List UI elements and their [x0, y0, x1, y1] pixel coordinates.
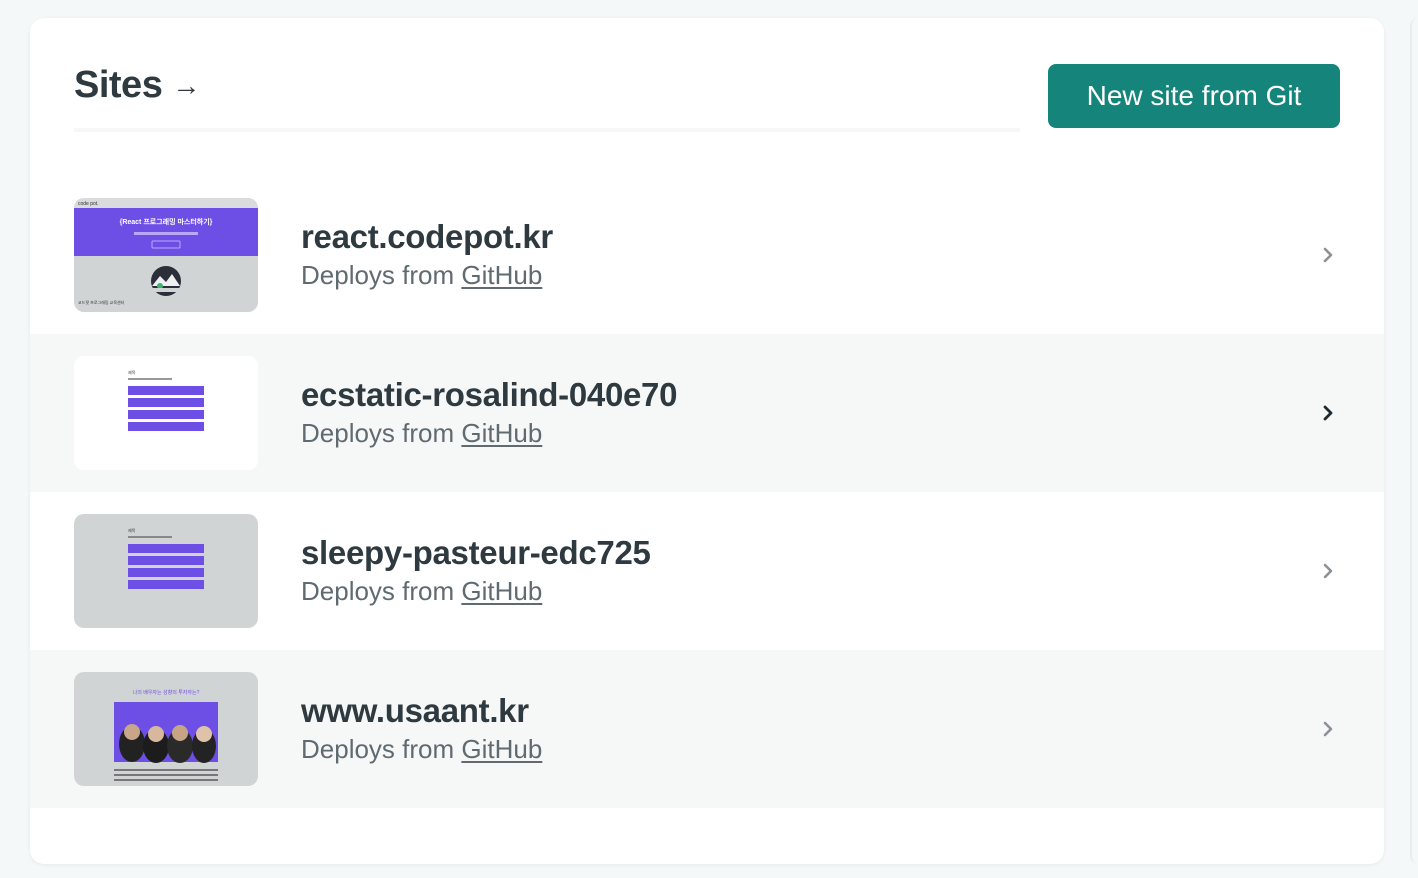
- site-thumbnail[interactable]: 제목: [74, 514, 258, 628]
- site-row[interactable]: 나의 배우자는 성향의 투자자는? www.usaant.kr Deploys …: [30, 650, 1384, 808]
- site-info: react.codepot.kr Deploys from GitHub: [301, 217, 553, 293]
- site-thumbnail[interactable]: 제목: [74, 356, 258, 470]
- site-name[interactable]: react.codepot.kr: [301, 217, 553, 257]
- deploy-source: Deploys from GitHub: [301, 415, 677, 451]
- github-link[interactable]: GitHub: [461, 418, 542, 448]
- sites-title-link[interactable]: Sites →: [74, 64, 200, 107]
- adjacent-panel-edge: [1410, 18, 1418, 864]
- site-row[interactable]: code pot. {React 프로그래밍 마스터하기} 코드팟 프로그래밍 …: [30, 176, 1384, 334]
- site-row[interactable]: 제목 sleepy-pasteur-edc725 Deploys from Gi…: [30, 492, 1384, 650]
- chevron-right-icon[interactable]: [1316, 401, 1340, 425]
- site-info: www.usaant.kr Deploys from GitHub: [301, 691, 542, 767]
- site-info: ecstatic-rosalind-040e70 Deploys from Gi…: [301, 375, 677, 451]
- thumb-top-label: code pot.: [78, 201, 99, 207]
- thumb-footer-note: 코드팟 프로그래밍 교육센터: [78, 299, 125, 305]
- site-name[interactable]: sleepy-pasteur-edc725: [301, 533, 651, 573]
- deploy-source: Deploys from GitHub: [301, 573, 651, 609]
- thumb-top-label: 제목: [128, 369, 136, 375]
- sites-header: Sites →: [74, 64, 1020, 132]
- thumb-banner-title: {React 프로그래밍 마스터하기}: [120, 217, 213, 226]
- site-name[interactable]: ecstatic-rosalind-040e70: [301, 375, 677, 415]
- arrow-right-icon: →: [172, 69, 200, 101]
- site-thumbnail[interactable]: code pot. {React 프로그래밍 마스터하기} 코드팟 프로그래밍 …: [74, 198, 258, 312]
- deploy-prefix: Deploys from: [301, 734, 455, 764]
- github-link[interactable]: GitHub: [461, 734, 542, 764]
- site-list: code pot. {React 프로그래밍 마스터하기} 코드팟 프로그래밍 …: [30, 176, 1384, 808]
- new-site-from-git-button[interactable]: New site from Git: [1048, 64, 1340, 128]
- site-thumbnail[interactable]: 나의 배우자는 성향의 투자자는?: [74, 672, 258, 786]
- deploy-prefix: Deploys from: [301, 418, 455, 448]
- deploy-prefix: Deploys from: [301, 260, 455, 290]
- github-link[interactable]: GitHub: [461, 260, 542, 290]
- site-info: sleepy-pasteur-edc725 Deploys from GitHu…: [301, 533, 651, 609]
- thumb-headline: 나의 배우자는 성향의 투자자는?: [133, 689, 200, 696]
- page-title: Sites: [74, 64, 163, 106]
- site-row[interactable]: 제목 ecstatic-rosalind-040e70 Deploys from…: [30, 334, 1384, 492]
- deploy-source: Deploys from GitHub: [301, 257, 553, 293]
- sites-card: Sites → New site from Git code pot. {Rea…: [30, 18, 1384, 864]
- site-name[interactable]: www.usaant.kr: [301, 691, 542, 731]
- chevron-right-icon[interactable]: [1316, 243, 1340, 267]
- deploy-source: Deploys from GitHub: [301, 731, 542, 767]
- thumb-top-label: 제목: [128, 527, 136, 533]
- chevron-right-icon[interactable]: [1316, 717, 1340, 741]
- deploy-prefix: Deploys from: [301, 576, 455, 606]
- chevron-right-icon[interactable]: [1316, 559, 1340, 583]
- github-link[interactable]: GitHub: [461, 576, 542, 606]
